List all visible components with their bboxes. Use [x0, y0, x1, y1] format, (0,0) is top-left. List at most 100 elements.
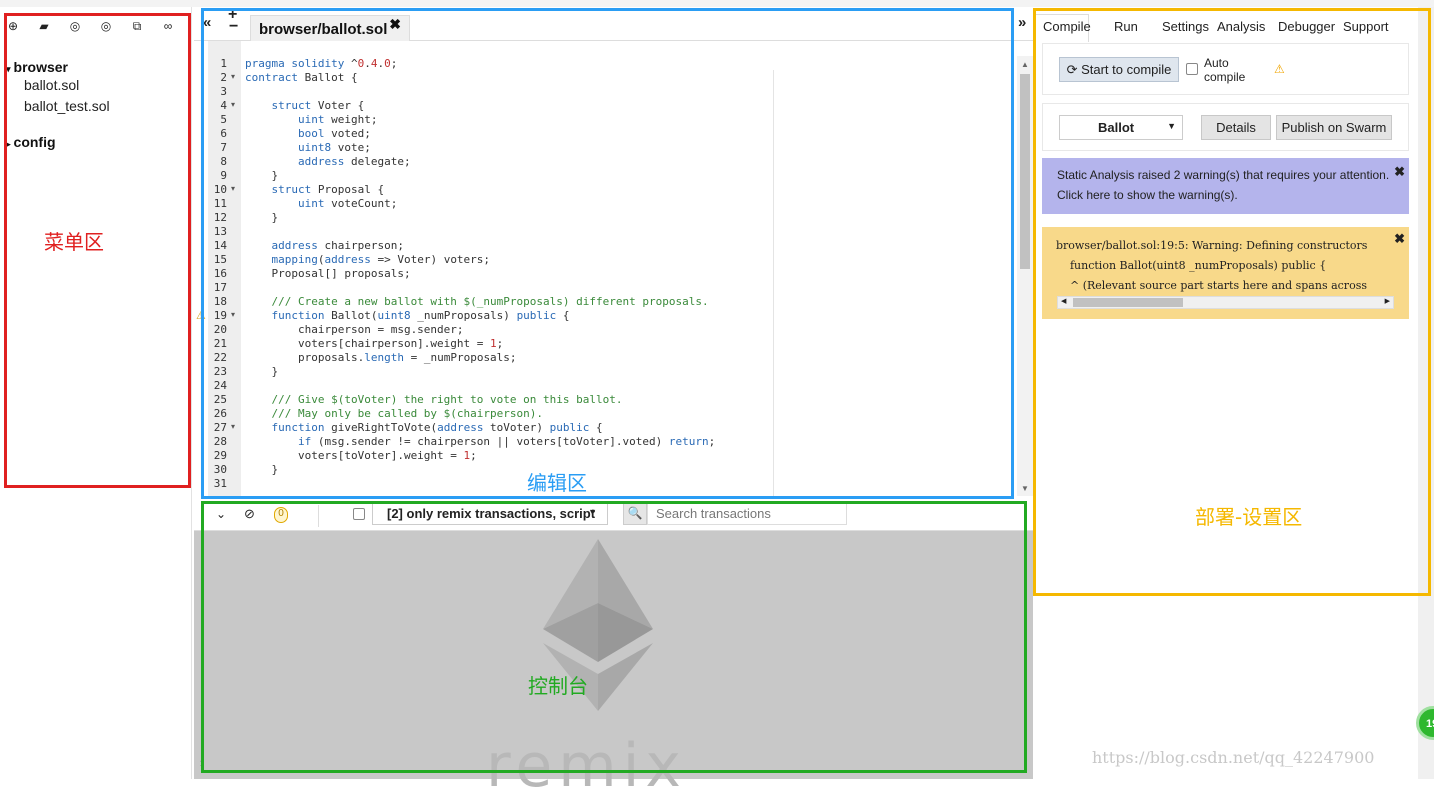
- line-number: 27: [213, 421, 227, 434]
- code-line: address delegate;: [297, 155, 411, 168]
- watermark-text: https://blog.csdn.net/qq_42247900: [1092, 748, 1375, 767]
- deploy-zone-label: 部署-设置区: [1195, 505, 1303, 529]
- line-number: 14: [213, 239, 227, 252]
- line-number: 23: [213, 365, 227, 378]
- fold-arrow-icon[interactable]: ▾: [231, 422, 235, 431]
- static-analysis-alert[interactable]: Static Analysis raised 2 warning(s) that…: [1042, 158, 1409, 214]
- code-line: struct Voter {: [271, 99, 365, 112]
- collapse-left-icon[interactable]: «: [203, 14, 211, 31]
- fold-arrow-icon[interactable]: ▾: [231, 310, 235, 319]
- menu-zone-label: 菜单区: [44, 230, 104, 254]
- file-item[interactable]: ballot.sol: [6, 75, 110, 96]
- scroll-left-icon[interactable]: ◀: [1061, 297, 1066, 305]
- line-number: 31: [213, 477, 227, 490]
- print-margin: [773, 70, 774, 498]
- collapse-right-icon[interactable]: »: [1018, 14, 1026, 31]
- code-line: proposals.length = _numProposals;: [245, 351, 517, 364]
- warning-line: browser/ballot.sol:19:5: Warning: Defini…: [1056, 239, 1368, 252]
- fold-arrow-icon[interactable]: ▾: [231, 184, 235, 193]
- code-line: }: [245, 365, 279, 378]
- code-line: pragma solidity ^0.4.0;: [245, 57, 398, 70]
- publish-swarm-button[interactable]: Publish on Swarm: [1276, 115, 1392, 140]
- line-number: 6: [220, 127, 227, 140]
- editor-scroll-thumb[interactable]: [1020, 74, 1030, 269]
- fold-arrow-icon[interactable]: ▾: [231, 72, 235, 81]
- caret-down-icon: ▼: [588, 507, 597, 517]
- auto-compile-checkbox[interactable]: [1186, 63, 1198, 75]
- code-line: if (msg.sender != chairperson || voters[…: [297, 435, 716, 448]
- code-line: contract Ballot {: [245, 71, 358, 84]
- line-number: 3: [220, 85, 227, 98]
- code-editor[interactable]: pragma solidity ^0.4.0; contract Ballot {…: [241, 41, 1017, 497]
- scroll-right-icon[interactable]: ▶: [1385, 297, 1390, 305]
- code-line: address chairperson;: [271, 239, 404, 252]
- code-line: }: [245, 169, 279, 182]
- zoom-out-icon[interactable]: −: [229, 19, 238, 35]
- scroll-down-icon[interactable]: ▼: [1021, 484, 1029, 493]
- warning-gutter-icon[interactable]: ⚠: [196, 309, 206, 322]
- close-icon[interactable]: ✖: [1394, 162, 1405, 182]
- code-line: uint voteCount;: [297, 197, 398, 210]
- caret-down-icon: ▼: [1167, 121, 1176, 131]
- code-line: voters[toVoter].weight = 1;: [245, 449, 477, 462]
- search-transactions-input[interactable]: Search transactions: [647, 503, 847, 525]
- line-number: 15: [213, 253, 227, 266]
- folder-config[interactable]: ▸ config: [6, 134, 56, 150]
- start-compile-button[interactable]: ⟳ Start to compile: [1059, 57, 1179, 82]
- folder-browser[interactable]: ▾ browser ballot.sol ballot_test.sol: [6, 59, 110, 117]
- tab-run[interactable]: Run: [1114, 19, 1138, 34]
- code-line: }: [245, 463, 279, 476]
- close-icon[interactable]: ✖: [1394, 231, 1405, 247]
- console-output[interactable]: remix ›: [194, 531, 1033, 801]
- tab-settings[interactable]: Settings: [1162, 19, 1209, 34]
- tab-support[interactable]: Support: [1343, 19, 1389, 34]
- editor-tabs-bar: « + − browser/ballot.sol ✖ »: [194, 7, 1033, 42]
- warning-line: function Ballot(uint8 _numProposals) pub…: [1056, 259, 1327, 272]
- clear-console-icon[interactable]: ⊘: [244, 506, 255, 522]
- copy-icon[interactable]: ⧉: [130, 19, 144, 33]
- line-number: 22: [213, 351, 227, 364]
- tab-compile[interactable]: Compile: [1043, 19, 1091, 34]
- gist-icon[interactable]: ◎: [99, 19, 113, 33]
- tx-filter-dropdown[interactable]: [2] only remix transactions, script ▼: [372, 503, 608, 525]
- listen-checkbox[interactable]: [353, 508, 365, 520]
- contract-select[interactable]: Ballot ▼: [1059, 115, 1183, 140]
- github-icon[interactable]: ◎: [68, 19, 82, 33]
- details-button[interactable]: Details: [1201, 115, 1271, 140]
- line-number: 11: [213, 197, 227, 210]
- toolbar-divider: [318, 505, 319, 527]
- scroll-up-icon[interactable]: ▲: [1021, 60, 1029, 69]
- code-line: uint weight;: [297, 113, 378, 126]
- tab-ballot-sol[interactable]: browser/ballot.sol ✖: [250, 15, 410, 42]
- line-number: 25: [213, 393, 227, 406]
- file-explorer-panel: ⊕ ▰ ◎ ◎ ⧉ ∞ ▾ browser ballot.sol ballot_t…: [0, 7, 192, 779]
- new-file-icon[interactable]: ⊕: [6, 19, 20, 33]
- warning-hscrollbar[interactable]: ◀ ▶: [1057, 296, 1394, 309]
- line-number: 5: [220, 113, 227, 126]
- tab-debugger[interactable]: Debugger: [1278, 19, 1335, 34]
- refresh-icon: ⟳: [1066, 62, 1078, 77]
- line-number: 18: [213, 295, 227, 308]
- line-number: 24: [213, 379, 227, 392]
- folder-label[interactable]: ▾ browser: [6, 59, 110, 75]
- fold-arrow-icon[interactable]: ▾: [231, 100, 235, 109]
- code-line: struct Proposal {: [271, 183, 385, 196]
- minimize-console-icon[interactable]: ⌄: [216, 507, 226, 521]
- code-line: uint8 vote;: [297, 141, 371, 154]
- file-item[interactable]: ballot_test.sol: [6, 96, 110, 117]
- folder-label[interactable]: ▸ config: [6, 134, 56, 150]
- close-icon[interactable]: ✖: [389, 16, 401, 33]
- link-icon[interactable]: ∞: [161, 19, 175, 33]
- line-number: 21: [213, 337, 227, 350]
- tab-analysis[interactable]: Analysis: [1217, 19, 1265, 34]
- caret-down-icon: ▾: [6, 64, 11, 74]
- line-number: 19: [213, 309, 227, 322]
- auto-compile-label: Auto compile: [1204, 56, 1246, 84]
- code-line: chairperson = msg.sender;: [245, 323, 464, 336]
- line-number: 17: [213, 281, 227, 294]
- search-icon[interactable]: 🔍: [623, 503, 647, 525]
- console-prompt[interactable]: ›: [200, 755, 204, 770]
- open-folder-icon[interactable]: ▰: [37, 19, 51, 33]
- page-scrollbar[interactable]: [1418, 7, 1434, 779]
- warning-scroll-thumb[interactable]: [1073, 298, 1183, 307]
